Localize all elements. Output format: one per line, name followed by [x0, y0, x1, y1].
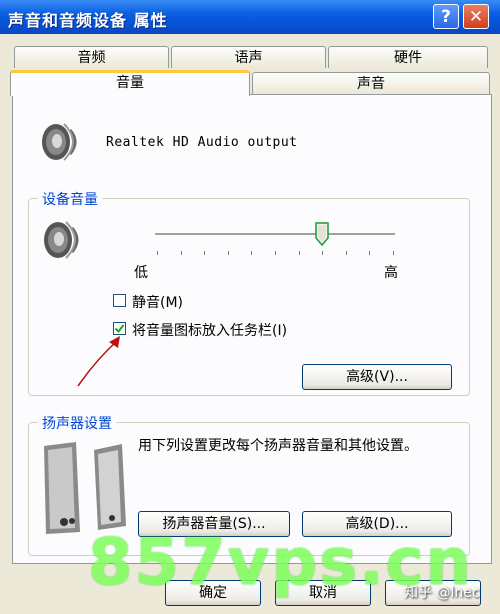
speaker-icon [42, 123, 77, 161]
tab-volume[interactable]: 音量 [10, 70, 250, 96]
slider-tick [157, 251, 158, 255]
tab-audio[interactable]: 音频 [14, 46, 169, 68]
tab-sounds[interactable]: 声音 [252, 72, 490, 94]
volume-speaker-icon [44, 221, 79, 259]
tray-icon-label: 将音量图标放入任务栏(I) [132, 323, 288, 339]
volume-slider-track[interactable] [155, 233, 395, 236]
volume-slider-thumb[interactable] [315, 222, 329, 246]
volume-low-label: 低 [134, 265, 148, 281]
slider-tick [204, 251, 205, 255]
properties-window: 声音和音频设备 属性 ? ✕ 音频 语声 硬件 音量 声音 Realtek HD… [0, 0, 500, 614]
title-bar[interactable]: 声音和音频设备 属性 ? ✕ [0, 0, 500, 34]
slider-tick [181, 251, 182, 255]
mute-label: 静音(M) [132, 295, 184, 311]
help-button[interactable]: ? [433, 4, 459, 29]
device-name: Realtek HD Audio output [106, 135, 298, 150]
slider-tick [228, 251, 229, 255]
slider-tick [299, 251, 300, 255]
source-credit: 知乎 @lnec [404, 585, 480, 601]
speaker-settings-description: 用下列设置更改每个扬声器音量和其他设置。 [138, 438, 418, 454]
speaker-settings-label: 扬声器设置 [38, 413, 116, 433]
slider-tick [369, 251, 370, 255]
tab-voice[interactable]: 语声 [171, 46, 326, 68]
window-title: 声音和音频设备 属性 [8, 11, 168, 30]
device-volume-label: 设备音量 [38, 189, 102, 209]
slider-tick [322, 251, 323, 255]
volume-advanced-button[interactable]: 高级(V)... [302, 364, 452, 390]
mute-checkbox[interactable] [113, 294, 126, 307]
speakers-image-icon [44, 442, 126, 534]
close-button[interactable]: ✕ [463, 4, 489, 29]
tab-hardware[interactable]: 硬件 [328, 46, 488, 68]
slider-tick [251, 251, 252, 255]
annotation-arrow-icon [77, 336, 120, 387]
slider-tick [275, 251, 276, 255]
slider-tick [346, 251, 347, 255]
slider-tick [393, 251, 394, 255]
volume-high-label: 高 [384, 265, 398, 281]
